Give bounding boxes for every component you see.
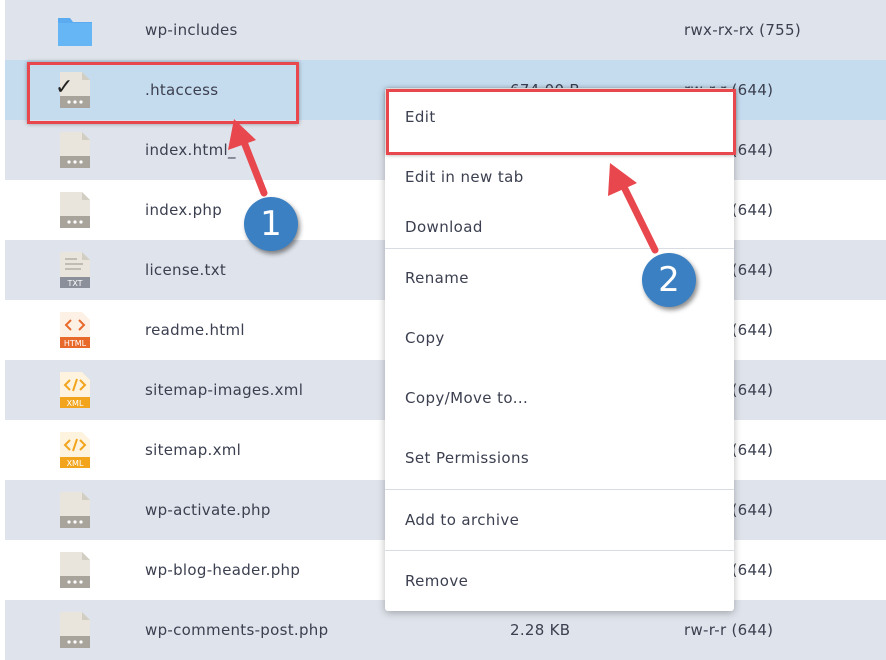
- step-badge-1: 1: [244, 197, 298, 251]
- arrow-1: [228, 119, 268, 197]
- step-badge-2: 2: [642, 253, 696, 307]
- annotation-arrows: [228, 119, 659, 254]
- arrow-2: [608, 163, 659, 254]
